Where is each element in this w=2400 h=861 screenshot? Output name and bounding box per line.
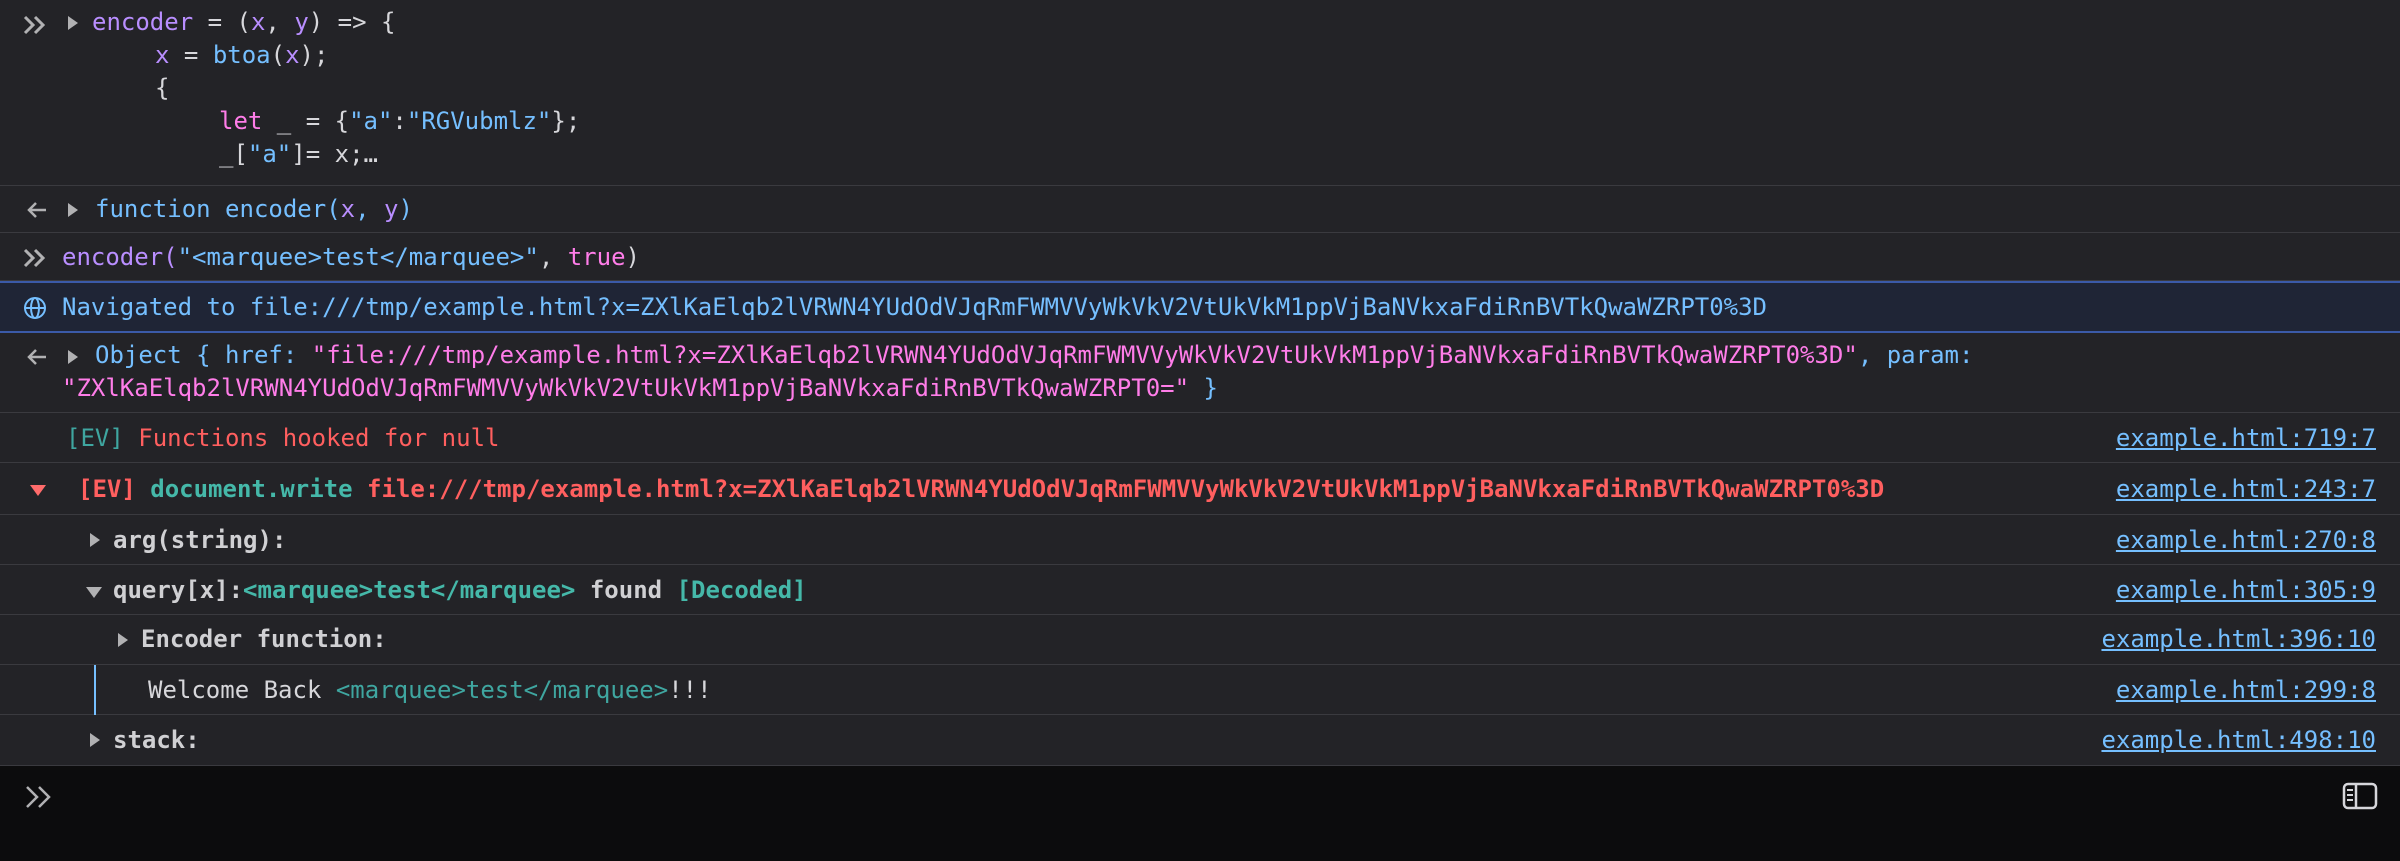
welcome-message: Welcome Back <marquee>test</marquee>!!!: [148, 676, 712, 704]
code-line-1: encoder = (x, y) => {: [92, 8, 396, 36]
source-link[interactable]: example.html:243:7: [2116, 473, 2376, 506]
stack-label[interactable]: stack:: [113, 724, 200, 757]
console-input-area[interactable]: [0, 766, 2400, 861]
globe-icon: [20, 291, 50, 324]
arg-label[interactable]: arg(string):: [113, 524, 286, 557]
double-chevron-icon: [24, 780, 54, 813]
code-line-3: {: [155, 74, 170, 102]
encoder-call: encoder("<marquee>test</marquee>", true): [62, 243, 640, 271]
source-link[interactable]: example.html:396:10: [2101, 623, 2376, 656]
collapse-triangle-icon[interactable]: [30, 485, 46, 496]
log-row-encoder-function: Encoder function: example.html:396:10: [0, 615, 2400, 665]
hooked-message: [EV] Functions hooked for null: [66, 424, 500, 452]
double-chevron-icon: [20, 8, 50, 41]
log-row-document-write: [EV] document.write file:///tmp/example.…: [0, 463, 2400, 515]
console-output-row-function: function encoder(x, y): [0, 186, 2400, 233]
code-line-5: _["a"]= x;…: [219, 140, 378, 168]
code-line-4: let _ = {"a":"RGVubmlz"};: [219, 107, 581, 135]
expand-triangle-icon[interactable]: [68, 16, 78, 30]
source-link[interactable]: example.html:719:7: [2116, 422, 2376, 455]
object-line-2: "ZXlKaElqb2lVRWN4YUdOdVJqRmFWMVVyWkVkV2V…: [62, 374, 1218, 402]
log-row-hooked: [EV] Functions hooked for null example.h…: [0, 413, 2400, 463]
source-link[interactable]: example.html:498:10: [2101, 724, 2376, 757]
source-link[interactable]: example.html:270:8: [2116, 524, 2376, 557]
double-chevron-icon: [20, 241, 50, 274]
back-arrow-icon: [22, 193, 52, 226]
console-output-row-object: Object { href: "file:///tmp/example.html…: [0, 333, 2400, 413]
console-input-row-1: encoder = (x, y) => { x = btoa(x); { let…: [0, 0, 2400, 186]
sidebar-toggle-icon[interactable]: [2342, 782, 2378, 810]
log-row-query: query[x]:<marquee>test</marquee> found […: [0, 565, 2400, 615]
source-link[interactable]: example.html:305:9: [2116, 574, 2376, 607]
navigation-message: Navigated to file:///tmp/example.html?x=…: [0, 281, 2400, 333]
navigated-text: Navigated to file:///tmp/example.html?x=…: [62, 293, 1768, 321]
expand-triangle-icon[interactable]: [68, 203, 78, 217]
code-line-2: x = btoa(x);: [155, 41, 329, 69]
log-row-stack: stack: example.html:498:10: [0, 715, 2400, 766]
expand-triangle-icon[interactable]: [90, 733, 100, 747]
object-line-1[interactable]: Object { href: "file:///tmp/example.html…: [95, 339, 1973, 372]
console-input-row-2: encoder("<marquee>test</marquee>", true): [0, 233, 2400, 281]
back-arrow-icon: [22, 340, 52, 373]
log-row-arg: arg(string): example.html:270:8: [0, 515, 2400, 565]
encoder-function-label[interactable]: Encoder function:: [141, 623, 387, 656]
query-message[interactable]: query[x]:<marquee>test</marquee> found […: [113, 574, 807, 607]
source-link[interactable]: example.html:299:8: [2116, 674, 2376, 707]
document-write-message[interactable]: [EV] document.write file:///tmp/example.…: [78, 473, 1884, 506]
expand-triangle-icon[interactable]: [68, 350, 78, 364]
expand-triangle-icon[interactable]: [90, 533, 100, 547]
expand-triangle-icon[interactable]: [118, 633, 128, 647]
group-indent-bar: [94, 665, 96, 715]
function-summary[interactable]: function encoder(x, y): [95, 193, 413, 226]
collapse-triangle-icon[interactable]: [86, 587, 102, 598]
log-row-welcome: Welcome Back <marquee>test</marquee>!!! …: [0, 665, 2400, 715]
